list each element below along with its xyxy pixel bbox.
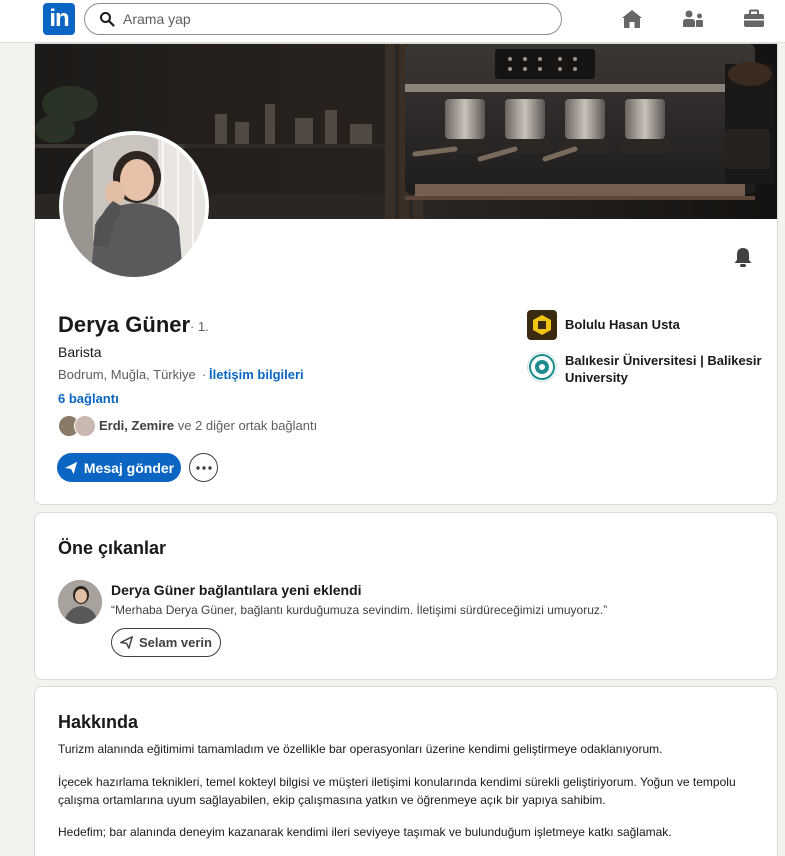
highlights-title: Öne çıkanlar [58,538,167,558]
avatar [74,415,96,437]
mutual-connections-text[interactable]: Erdi, Zemire ve 2 diğer ortak bağlantı [99,418,317,433]
search-icon [100,12,115,27]
search-box[interactable] [84,3,562,35]
send-icon [64,461,77,474]
send-icon [120,636,133,649]
about-paragraph: İçecek hazırlama teknikleri, temel kokte… [58,775,736,807]
jobs-icon[interactable] [742,7,766,31]
mutual-names: Erdi, Zemire [99,418,175,433]
company-name: Bolulu Hasan Usta [565,317,680,332]
profile-card: Derya Güner · 1. Barista Bodrum, Muğla, … [34,43,778,505]
profile-headline: Barista [58,344,102,360]
university-logo [527,352,557,382]
contact-info-link[interactable]: İletişim bilgileri [209,367,304,382]
connection-degree: · 1. [190,319,209,334]
search-input[interactable] [123,11,523,27]
send-message-button[interactable]: Mesaj gönder [57,453,181,482]
profile-name: Derya Güner [58,312,191,337]
org-education[interactable]: Balıkesir Üniversitesi | Balikesir Unive… [527,352,765,386]
org-current-company[interactable]: Bolulu Hasan Usta [527,310,765,340]
more-actions-button[interactable] [189,453,218,482]
mutual-connection-avatars[interactable] [58,415,98,437]
say-hello-label: Selam verin [139,635,212,650]
say-hello-button[interactable]: Selam verin [111,628,221,657]
university-name: Balıkesir Üniversitesi | Balikesir Unive… [565,353,762,385]
company-logo [527,310,557,340]
send-message-label: Mesaj gönder [83,459,175,476]
more-icon [195,465,212,470]
highlights-card: Öne çıkanlar Derya Güner bağlantılara ye… [34,512,778,680]
mutual-rest: ve 2 diğer ortak bağlantı [174,418,318,433]
about-card: Hakkında Turizm alanında eğitimimi tamam… [34,686,778,856]
bell-icon[interactable] [731,245,755,269]
about-paragraph: Turizm alanında eğitimimi tamamladım ve … [58,742,663,756]
profile-location: Bodrum, Muğla, Türkiye [58,367,196,382]
highlight-title: Derya Güner bağlantılara yeni eklendi [111,582,362,598]
linkedin-logo[interactable]: in [43,3,75,35]
top-navbar: in [0,0,785,43]
about-paragraph: Hedefim; bar alanında deneyim kazanarak … [58,825,672,839]
network-icon[interactable] [681,7,705,31]
profile-photo[interactable] [59,131,209,281]
avatar[interactable] [58,580,102,624]
separator-dot: · [202,367,207,382]
connections-link[interactable]: 6 bağlantı [58,391,119,406]
highlight-text: “Merhaba Derya Güner, bağlantı kurduğumu… [111,603,608,617]
about-title: Hakkında [58,712,139,732]
home-icon[interactable] [620,7,644,31]
